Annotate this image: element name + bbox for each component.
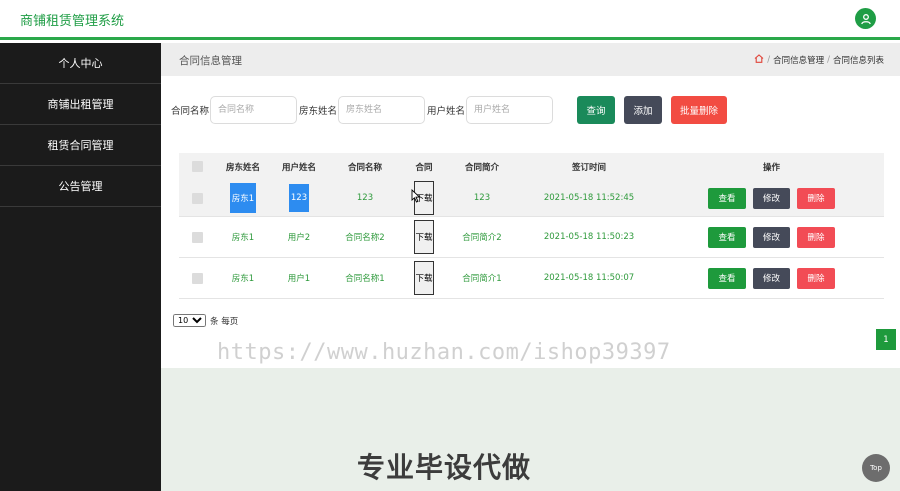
- edit-button[interactable]: 修改: [753, 187, 790, 209]
- header-user: 用户姓名: [281, 162, 316, 173]
- landlord-cell: 房东1: [231, 233, 255, 243]
- contract-intro-cell: 123: [473, 193, 491, 203]
- table-row: 房东1 用户2 合同名称2 下载 合同简介2 2021-05-18 11:50:…: [179, 217, 884, 258]
- page-number-current[interactable]: 1: [876, 329, 896, 350]
- batch-delete-button[interactable]: 批量删除: [671, 96, 728, 124]
- view-button[interactable]: 查看: [708, 187, 746, 209]
- contract-name-input[interactable]: [210, 96, 298, 124]
- table-row: 房东1 123 123 下载 123 2021-05-18 11:52:45 查…: [179, 180, 884, 217]
- row-checkbox[interactable]: [187, 217, 207, 257]
- sidebar-item-label: 公告管理: [58, 180, 103, 193]
- row-checkbox[interactable]: [187, 180, 207, 216]
- table-row: 房东1 用户1 合同名称1 下载 合同简介1 2021-05-18 11:50:…: [179, 258, 884, 299]
- home-icon[interactable]: [754, 54, 764, 66]
- back-to-top-button[interactable]: Top: [862, 454, 890, 482]
- breadcrumb-separator: /: [827, 55, 830, 65]
- contract-name-cell: 合同名称1: [345, 274, 385, 284]
- header-contract-name: 合同名称: [347, 162, 382, 173]
- user-icon[interactable]: [855, 8, 876, 29]
- user-name-label: 用户姓名: [427, 106, 466, 117]
- sidebar: 个人中心 商铺出租管理 租赁合同管理 公告管理: [0, 43, 161, 491]
- sign-time-cell: 2021-05-18 11:52:45: [543, 193, 635, 203]
- contract-table: 房东姓名 用户姓名 合同名称 合同 合同简介 签订时间 操作 房东1 123 1…: [179, 153, 884, 305]
- main-area: 合同信息管理 / 合同信息管理 / 合同信息列表 合同名称 房东姓名 用户姓名 …: [161, 43, 900, 491]
- delete-button[interactable]: 删除: [797, 187, 835, 209]
- top-bar: 商铺租赁管理系统: [0, 0, 900, 40]
- sign-time-cell: 2021-05-18 11:50:23: [543, 232, 635, 242]
- page-title: 合同信息管理: [179, 55, 242, 67]
- query-button[interactable]: 查询: [577, 96, 616, 124]
- user-icon-glyph: [860, 13, 871, 24]
- page-size-control: 10 条 每页: [173, 314, 238, 327]
- user-cell: 123: [288, 184, 310, 212]
- sidebar-item-announcement[interactable]: 公告管理: [0, 166, 161, 207]
- contract-intro-cell: 合同简介1: [462, 274, 502, 284]
- add-button[interactable]: 添加: [624, 96, 663, 124]
- watermark-slogan: 专业毕设代做: [357, 451, 532, 484]
- row-checkbox[interactable]: [187, 258, 207, 298]
- contract-name-cell: 合同名称2: [345, 233, 385, 243]
- delete-button[interactable]: 删除: [797, 226, 835, 248]
- breadcrumb-separator: /: [767, 55, 771, 65]
- landlord-cell: 房东1: [229, 183, 257, 213]
- view-button[interactable]: 查看: [708, 226, 746, 248]
- landlord-name-label: 房东姓名: [299, 106, 338, 117]
- contract-name-cell: 123: [356, 193, 374, 203]
- header-contract-intro: 合同简介: [464, 162, 499, 173]
- landlord-name-input[interactable]: [338, 96, 426, 124]
- breadcrumb-bar: 合同信息管理 / 合同信息管理 / 合同信息列表: [161, 43, 900, 76]
- mouse-cursor-icon: [411, 189, 421, 203]
- sidebar-item-lease-contract[interactable]: 租赁合同管理: [0, 125, 161, 166]
- home-icon-glyph: [754, 54, 764, 63]
- sidebar-item-label: 个人中心: [58, 57, 103, 70]
- header-sign-time: 签订时间: [571, 162, 606, 173]
- sign-time-cell: 2021-05-18 11:50:07: [543, 273, 635, 283]
- breadcrumb-contract-management[interactable]: 合同信息管理: [773, 54, 824, 66]
- edit-button[interactable]: 修改: [753, 267, 790, 289]
- header-contract-file: 合同: [415, 162, 433, 173]
- sidebar-item-personal-center[interactable]: 个人中心: [0, 43, 161, 84]
- watermark-url: https://www.huzhan.com/ishop39397: [217, 340, 671, 365]
- app-title: 商铺租赁管理系统: [20, 14, 125, 29]
- header-actions: 操作: [762, 162, 780, 173]
- table-header: 房东姓名 用户姓名 合同名称 合同 合同简介 签订时间 操作: [179, 153, 884, 180]
- breadcrumb: / 合同信息管理 / 合同信息列表: [754, 54, 884, 66]
- view-button[interactable]: 查看: [708, 267, 746, 289]
- download-button[interactable]: 下载: [414, 261, 434, 295]
- page-size-select[interactable]: 10: [173, 314, 206, 327]
- edit-button[interactable]: 修改: [753, 226, 790, 248]
- download-button[interactable]: 下载: [414, 220, 434, 254]
- select-all-checkbox[interactable]: [187, 153, 207, 180]
- per-page-label: 条 每页: [210, 316, 239, 327]
- user-cell: 用户1: [287, 274, 311, 284]
- breadcrumb-contract-list: 合同信息列表: [832, 56, 884, 66]
- contract-name-label: 合同名称: [171, 106, 210, 117]
- header-landlord: 房东姓名: [225, 162, 260, 173]
- sidebar-item-label: 租赁合同管理: [47, 139, 114, 152]
- content-panel: 合同名称 房东姓名 用户姓名 查询 添加 批量删除 房东姓名 用户姓名 合同名称…: [161, 76, 900, 368]
- user-cell: 用户2: [287, 233, 311, 243]
- landlord-cell: 房东1: [231, 274, 255, 284]
- user-name-input[interactable]: [466, 96, 554, 124]
- contract-intro-cell: 合同简介2: [462, 233, 502, 243]
- sidebar-item-shop-rental[interactable]: 商铺出租管理: [0, 84, 161, 125]
- search-form: 合同名称 房东姓名 用户姓名 查询 添加 批量删除: [171, 96, 728, 124]
- delete-button[interactable]: 删除: [797, 267, 835, 289]
- sidebar-item-label: 商铺出租管理: [47, 98, 114, 111]
